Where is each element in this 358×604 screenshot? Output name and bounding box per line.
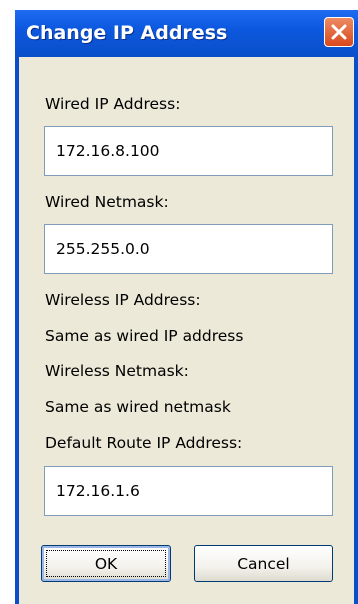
default-route-label: Default Route IP Address: xyxy=(45,434,243,452)
title-bar[interactable]: Change IP Address xyxy=(15,10,358,57)
change-ip-dialog: Change IP Address Wired IP Address: Wire… xyxy=(15,10,358,604)
wireless-netmask-label: Wireless Netmask: xyxy=(45,362,189,380)
close-icon xyxy=(331,24,347,40)
wired-ip-label: Wired IP Address: xyxy=(45,95,181,113)
wired-ip-input[interactable] xyxy=(44,126,333,176)
focus-rectangle xyxy=(46,550,166,577)
dialog-title: Change IP Address xyxy=(26,22,228,44)
dialog-body: Wired IP Address: Wired Netmask: Wireles… xyxy=(19,57,354,604)
cancel-button[interactable]: Cancel xyxy=(194,545,333,582)
wired-netmask-label: Wired Netmask: xyxy=(45,193,169,211)
default-route-input[interactable] xyxy=(44,466,333,516)
cancel-button-label: Cancel xyxy=(237,554,290,573)
wireless-ip-label: Wireless IP Address: xyxy=(45,291,201,309)
wired-netmask-input[interactable] xyxy=(44,224,333,274)
wireless-netmask-value: Same as wired netmask xyxy=(45,398,231,416)
ok-button[interactable]: OK xyxy=(41,545,171,582)
wireless-ip-value: Same as wired IP address xyxy=(45,327,244,345)
close-button[interactable] xyxy=(324,17,354,47)
